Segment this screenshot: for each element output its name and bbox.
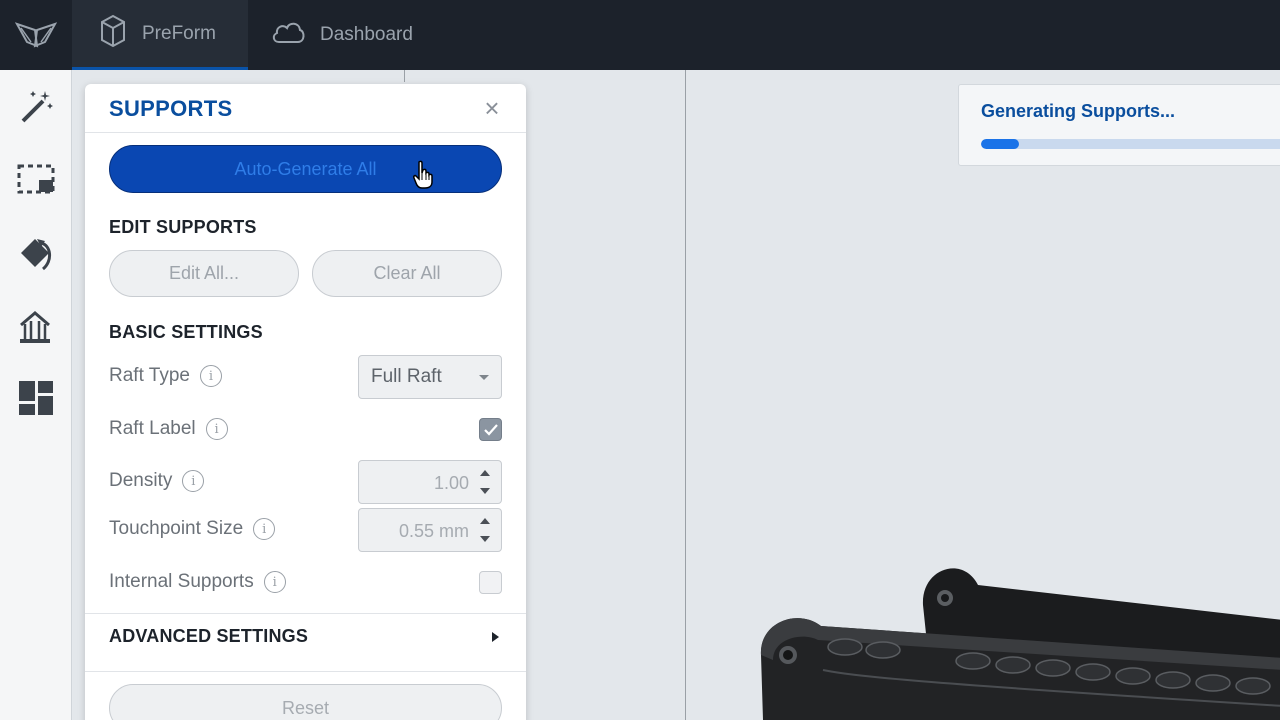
supports-panel: SUPPORTS × Auto-Generate All EDIT SUPPOR… [85,84,526,720]
cloud-icon [270,19,306,51]
touchpoint-size-row: Touchpoint Size i [109,518,276,540]
top-bar: PreForm Dashboard [0,0,1280,70]
density-value: 1.00 [433,473,469,493]
edit-supports-heading: EDIT SUPPORTS [109,217,257,237]
clear-all-button[interactable]: Clear All [312,250,502,297]
left-toolbar [0,70,72,720]
raft-type-value: Full Raft [371,366,442,387]
chevron-right-icon [492,632,499,642]
info-icon[interactable]: i [199,365,222,387]
increment-arrow-icon[interactable] [480,518,490,524]
raft-label-label: Raft Label [109,418,196,439]
orientation-icon[interactable] [14,232,58,276]
touchpoint-size-value: 0.55 mm [398,521,469,541]
raft-type-select[interactable]: Full Raft [358,355,502,399]
density-label: Density [109,470,173,491]
raft-type-row: Raft Type i [109,365,222,387]
decrement-arrow-icon[interactable] [480,488,490,494]
reset-button[interactable]: Reset [109,684,502,720]
info-icon[interactable]: i [182,470,205,492]
info-icon[interactable]: i [263,571,286,593]
increment-arrow-icon[interactable] [480,470,490,476]
divider [85,671,526,672]
progress-title: Generating Supports... [981,101,1176,121]
info-icon[interactable]: i [253,518,276,540]
progress-bar [981,139,1280,149]
tab-dashboard[interactable]: Dashboard [270,0,413,70]
density-row: Density i [109,470,205,492]
tab-preform[interactable]: PreForm [72,0,248,70]
raft-label-row: Raft Label i [109,418,228,440]
magic-wand-icon[interactable] [14,84,58,128]
progress-bar-fill [981,139,1020,149]
touchpoint-size-label: Touchpoint Size [109,518,244,539]
info-icon[interactable]: i [205,418,228,440]
decrement-arrow-icon[interactable] [480,536,490,542]
divider [85,132,526,133]
touchpoint-size-stepper[interactable]: 0.55 mm [358,508,502,552]
internal-supports-label: Internal Supports [109,571,254,592]
edit-all-button[interactable]: Edit All... [109,250,299,297]
selection-icon[interactable] [14,158,58,202]
supports-icon[interactable] [14,304,58,348]
layout-icon[interactable] [14,376,58,420]
preform-cube-icon [98,14,128,54]
close-icon[interactable]: × [480,93,504,123]
auto-generate-all-button[interactable]: Auto-Generate All [109,145,502,193]
formlabs-logo-icon[interactable] [0,0,72,70]
basic-settings-heading: BASIC SETTINGS [109,322,263,342]
raft-label-checkbox[interactable] [479,418,502,441]
tab-dashboard-label: Dashboard [320,24,413,45]
internal-supports-checkbox[interactable] [479,571,502,594]
advanced-settings-toggle[interactable]: ADVANCED SETTINGS [85,614,526,670]
density-stepper[interactable]: 1.00 [358,460,502,504]
generating-supports-notification: Generating Supports... [958,84,1280,166]
advanced-settings-heading: ADVANCED SETTINGS [109,626,309,646]
tab-preform-label: PreForm [142,22,216,44]
checkmark-icon [483,423,498,436]
dropdown-arrow-icon [479,375,489,380]
raft-type-label: Raft Type [109,365,190,386]
internal-supports-row: Internal Supports i [109,571,286,593]
panel-title: SUPPORTS [109,96,233,121]
